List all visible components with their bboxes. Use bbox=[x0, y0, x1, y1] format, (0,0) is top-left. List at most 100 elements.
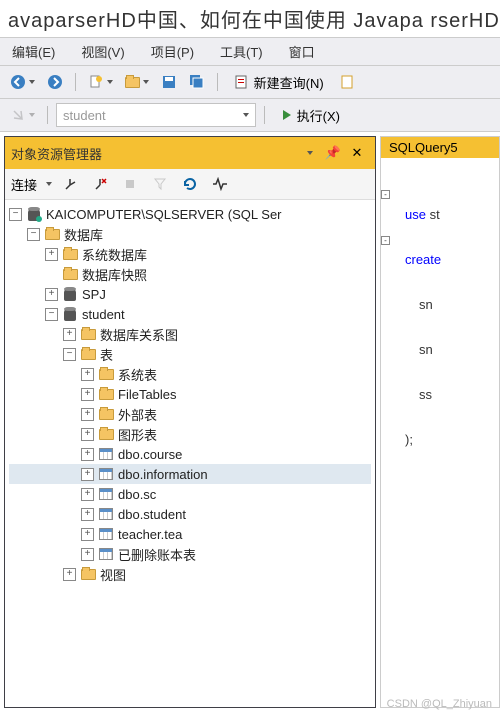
execute-button[interactable]: 执行(X) bbox=[273, 103, 348, 127]
expand-icon[interactable]: + bbox=[81, 488, 94, 501]
execute-label: 执行(X) bbox=[297, 106, 340, 125]
collapse-icon[interactable]: − bbox=[27, 228, 40, 241]
tables-folder[interactable]: −表 bbox=[9, 344, 371, 364]
toolbar-main: 新建查询(N) bbox=[0, 66, 500, 99]
expand-icon[interactable]: + bbox=[81, 548, 94, 561]
more-button[interactable] bbox=[336, 70, 360, 94]
expand-icon[interactable]: + bbox=[81, 508, 94, 521]
menu-window[interactable]: 窗口 bbox=[285, 40, 319, 63]
table-student[interactable]: + dbo.student bbox=[9, 504, 371, 524]
toolbar-exec: student 执行(X) bbox=[0, 99, 500, 132]
expand-icon[interactable]: + bbox=[81, 428, 94, 441]
expand-icon[interactable]: + bbox=[81, 528, 94, 541]
editor-tab[interactable]: SQLQuery5 bbox=[381, 137, 499, 158]
file-tables-folder[interactable]: +FileTables bbox=[9, 384, 371, 404]
editor-body[interactable]: - - use st create sn sn ss ); bbox=[381, 158, 499, 481]
object-explorer-panel: 对象资源管理器 📌 ✕ 连接 −KAICOMPUTER\SQLSERVER (S… bbox=[4, 136, 376, 708]
nav-forward-button[interactable] bbox=[43, 70, 67, 94]
table-icon bbox=[98, 446, 114, 462]
panel-header: 对象资源管理器 📌 ✕ bbox=[5, 137, 375, 169]
expand-icon[interactable]: + bbox=[81, 448, 94, 461]
table-icon bbox=[98, 506, 114, 522]
open-file-button[interactable] bbox=[121, 70, 153, 94]
menu-view[interactable]: 视图(V) bbox=[77, 40, 128, 63]
new-query-button[interactable]: 新建查询(N) bbox=[226, 70, 332, 94]
fold-minus-icon[interactable]: - bbox=[381, 236, 390, 245]
expand-icon[interactable]: + bbox=[81, 468, 94, 481]
separator bbox=[217, 73, 218, 91]
code-line: create bbox=[389, 252, 491, 267]
system-tables-folder[interactable]: + 系统表 bbox=[9, 364, 371, 384]
system-databases-folder[interactable]: + 系统数据库 bbox=[9, 244, 371, 264]
panel-menu-button[interactable] bbox=[297, 141, 321, 165]
disconnect-icon[interactable] bbox=[88, 172, 112, 196]
node-label: KAICOMPUTER\SQLSERVER (SQL Ser bbox=[46, 207, 282, 222]
external-tables-folder[interactable]: + 外部表 bbox=[9, 404, 371, 424]
object-tree[interactable]: −KAICOMPUTER\SQLSERVER (SQL Ser −数据库 +系统… bbox=[5, 200, 375, 707]
node-label: 系统数据库 bbox=[82, 245, 147, 264]
connect-button bbox=[6, 103, 39, 127]
table-teacher[interactable]: +teacher.tea bbox=[9, 524, 371, 544]
deleted-ledger-tables[interactable]: + 已删除账本表 bbox=[9, 544, 371, 564]
expand-icon[interactable]: + bbox=[45, 288, 58, 301]
node-label: 视图 bbox=[100, 565, 126, 584]
expand-icon[interactable]: + bbox=[45, 248, 58, 261]
db-student[interactable]: −student bbox=[9, 304, 371, 324]
menu-bar: 编辑(E) 视图(V) 项目(P) 工具(T) 窗口 bbox=[0, 37, 500, 66]
server-node[interactable]: − KAICOMPUTER\SQLSERVER (SQL Ser bbox=[9, 204, 371, 224]
database-combo[interactable]: student bbox=[56, 103, 256, 127]
expand-icon[interactable]: + bbox=[81, 408, 94, 421]
title-bar: avaparserHD中国、如何在中国使用 Javapa rserHD? bbox=[0, 0, 500, 37]
save-button[interactable] bbox=[157, 70, 181, 94]
table-icon bbox=[98, 486, 114, 502]
chevron-down-icon[interactable] bbox=[46, 182, 52, 186]
close-icon[interactable]: ✕ bbox=[345, 141, 369, 165]
connect-label[interactable]: 连接 bbox=[11, 175, 37, 194]
watermark: CSDN @QL_Zhiyuan bbox=[387, 698, 492, 710]
new-file-button[interactable] bbox=[84, 70, 117, 94]
graph-tables-folder[interactable]: +图形表 bbox=[9, 424, 371, 444]
nav-back-button[interactable] bbox=[6, 70, 39, 94]
folder-icon bbox=[98, 406, 114, 422]
collapse-icon[interactable]: − bbox=[9, 208, 22, 221]
collapse-icon[interactable]: − bbox=[45, 308, 58, 321]
node-label: 数据库快照 bbox=[82, 265, 147, 284]
node-label: 数据库 bbox=[64, 225, 103, 244]
node-label: SPJ bbox=[82, 287, 106, 302]
expand-icon[interactable]: + bbox=[63, 568, 76, 581]
table-course[interactable]: +dbo.course bbox=[9, 444, 371, 464]
table-sc[interactable]: +dbo.sc bbox=[9, 484, 371, 504]
save-all-button[interactable] bbox=[185, 70, 209, 94]
db-diagrams-folder[interactable]: +数据库关系图 bbox=[9, 324, 371, 344]
node-label: 已删除账本表 bbox=[118, 545, 196, 564]
views-folder[interactable]: + 视图 bbox=[9, 564, 371, 584]
db-snapshots-folder[interactable]: 数据库快照 bbox=[9, 264, 371, 284]
folder-icon bbox=[80, 346, 96, 362]
fold-minus-icon[interactable]: - bbox=[381, 190, 390, 199]
menu-tools[interactable]: 工具(T) bbox=[216, 40, 267, 63]
db-spj[interactable]: + SPJ bbox=[9, 284, 371, 304]
folder-icon bbox=[44, 226, 60, 242]
panel-title: 对象资源管理器 bbox=[11, 144, 297, 163]
menu-edit[interactable]: 编辑(E) bbox=[8, 40, 59, 63]
expand-icon[interactable]: + bbox=[81, 368, 94, 381]
folder-icon bbox=[98, 386, 114, 402]
node-label: 外部表 bbox=[118, 405, 157, 424]
table-information[interactable]: +dbo.information bbox=[9, 464, 371, 484]
activity-icon[interactable] bbox=[208, 172, 232, 196]
refresh-icon[interactable] bbox=[178, 172, 202, 196]
menu-project[interactable]: 项目(P) bbox=[147, 40, 198, 63]
databases-folder[interactable]: − 数据库 bbox=[9, 224, 371, 244]
folder-icon bbox=[62, 266, 78, 282]
code-line: ); bbox=[389, 432, 491, 447]
fold-gutter: - - bbox=[381, 158, 393, 280]
node-label: 系统表 bbox=[118, 365, 157, 384]
filter-icon bbox=[148, 172, 172, 196]
connect-icon[interactable] bbox=[58, 172, 82, 196]
expand-icon[interactable]: + bbox=[63, 328, 76, 341]
expand-icon[interactable]: + bbox=[81, 388, 94, 401]
collapse-icon[interactable]: − bbox=[63, 348, 76, 361]
pin-icon[interactable]: 📌 bbox=[321, 141, 345, 165]
database-combo-text: student bbox=[63, 108, 106, 123]
node-label: dbo.student bbox=[118, 507, 186, 522]
